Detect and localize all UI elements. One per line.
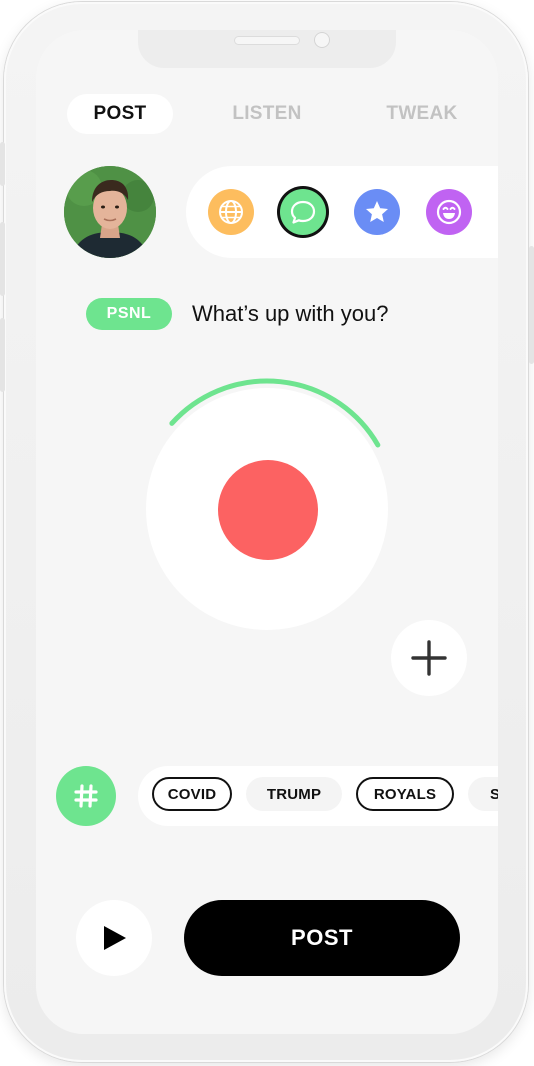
category-selector [186,166,498,258]
user-avatar[interactable] [64,166,156,258]
silent-switch [0,142,5,186]
category-badge: PSNL [86,298,172,330]
globe-icon[interactable] [208,189,254,235]
tab-tweak[interactable]: TWEAK [372,94,472,134]
hashtag-button[interactable] [56,766,116,826]
speaker-grille [234,36,300,45]
volume-up-button [0,222,5,296]
smiley-glyph [436,199,462,225]
play-button[interactable] [76,900,152,976]
star-glyph [366,201,388,222]
globe-glyph [219,200,243,224]
tag-chip[interactable]: COVID [152,777,232,811]
avatar-portrait-icon [64,166,156,258]
volume-down-button [0,318,5,392]
notch [138,30,396,68]
app-screen: POST LISTEN TWEAK PSNL What’s up with yo… [36,30,498,1034]
add-button[interactable] [391,620,467,696]
tag-chip[interactable]: S [468,777,498,811]
front-camera [314,32,330,48]
recorder [132,374,402,644]
plus-icon [411,640,447,676]
play-icon [104,926,126,950]
hashtag-icon [74,784,98,808]
power-button [529,246,534,364]
chat-glyph [290,200,316,224]
tag-chip[interactable]: TRUMP [246,777,342,811]
progress-arc [169,378,381,448]
tab-post[interactable]: POST [67,94,173,134]
record-button[interactable] [218,460,318,560]
tag-chip[interactable]: ROYALS [356,777,454,811]
hashtag-list[interactable]: COVID TRUMP ROYALS S [138,766,498,826]
post-button[interactable]: POST [184,900,460,976]
prompt-text: What’s up with you? [192,301,389,326]
star-icon[interactable] [354,189,400,235]
chat-bubble-icon[interactable] [280,189,326,235]
tab-listen[interactable]: LISTEN [216,94,318,134]
smiley-icon[interactable] [426,189,472,235]
